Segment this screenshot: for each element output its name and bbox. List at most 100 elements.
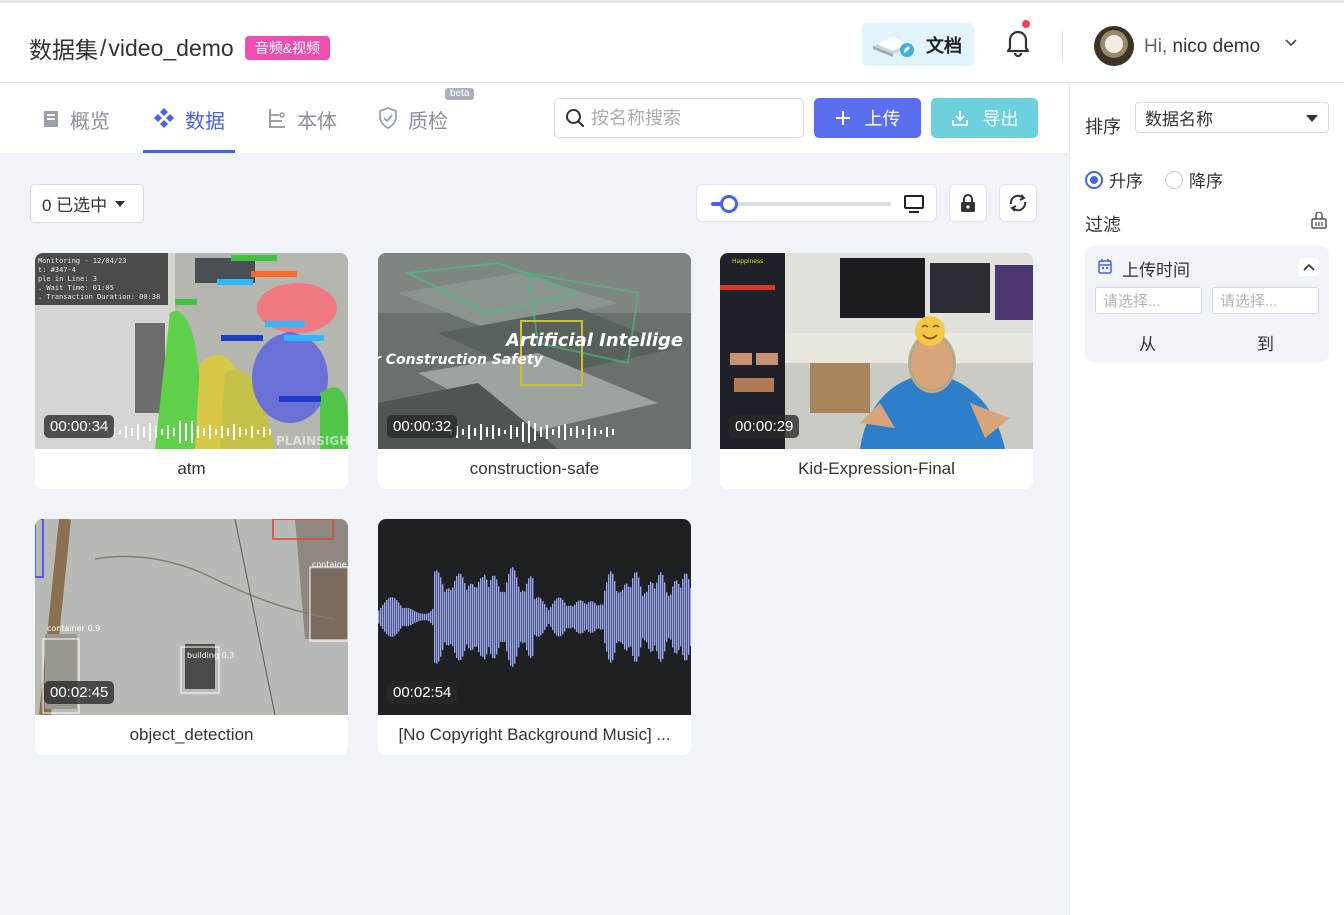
waveform-bar	[398, 602, 400, 632]
chevron-up-icon[interactable]	[1299, 258, 1319, 276]
waveform-bar	[648, 585, 650, 649]
refresh-icon	[1009, 194, 1027, 212]
docs-button[interactable]: 文档	[862, 23, 974, 66]
export-button[interactable]: 导出	[931, 98, 1038, 138]
media-card-kid-expression[interactable]: Happiness 00:00:29 Kid-Expression-Final	[720, 253, 1033, 489]
waveform-bar	[450, 589, 452, 645]
waveform-bar	[488, 586, 490, 648]
waveform-bar	[426, 613, 428, 621]
duration-badge: 00:02:45	[44, 681, 115, 704]
media-card-construction-safe[interactable]: Artificial Intellige r Construction Safe…	[378, 253, 691, 489]
waveform-bar	[546, 607, 548, 627]
search-box[interactable]	[554, 98, 804, 138]
media-card-object-detection[interactable]: container 0.9 building 0.3 containe 00:0…	[35, 519, 348, 755]
tab-data[interactable]: 数据	[143, 105, 235, 153]
video-thumbnail-atm[interactable]: Monitoring - 12/04/23 t: #347-4 ple in L…	[35, 253, 348, 449]
waveform-bar	[434, 571, 436, 663]
tab-quality[interactable]: 质检	[378, 105, 448, 153]
chevron-down-icon[interactable]	[1285, 39, 1297, 47]
date-to-input[interactable]: 请选择...	[1212, 287, 1319, 314]
waveform-bar	[626, 583, 628, 651]
waveform-bar	[690, 588, 691, 646]
monitor-icon[interactable]	[903, 194, 925, 214]
tree-icon	[269, 109, 285, 128]
lock-icon	[961, 194, 975, 212]
selection-dropdown[interactable]: 0 已选中	[30, 184, 144, 223]
waveform-bar	[522, 590, 524, 644]
waveform-bar	[598, 605, 600, 629]
search-input[interactable]	[591, 107, 791, 129]
user-greeting[interactable]: Hi, nico demo	[1144, 36, 1260, 58]
waveform-bar	[384, 602, 386, 632]
breadcrumb-root[interactable]: 数据集	[29, 31, 98, 65]
waveform-bar	[462, 577, 464, 657]
waveform-bar	[416, 612, 418, 622]
docs-label: 文档	[926, 35, 962, 56]
waveform-bar	[602, 604, 604, 630]
waveform-bar	[388, 598, 390, 636]
size-slider-thumb[interactable]	[720, 195, 738, 213]
waveform-bar	[630, 587, 632, 647]
waveform-bar	[494, 575, 496, 659]
media-name: construction-safe	[469, 459, 600, 478]
waveform-bar	[608, 574, 610, 660]
waveform-bar	[472, 584, 474, 650]
lock-button[interactable]	[949, 184, 987, 222]
waveform-bar	[566, 605, 568, 629]
eraser-icon[interactable]	[1310, 212, 1328, 230]
tab-ontology[interactable]: 本体	[267, 105, 337, 153]
waveform-bar	[642, 595, 644, 639]
waveform-bar	[478, 581, 480, 653]
waveform-bar	[612, 573, 614, 661]
video-thumbnail-construction[interactable]: Artificial Intellige r Construction Safe…	[378, 253, 691, 449]
media-name: Kid-Expression-Final	[798, 459, 955, 478]
waveform-bar	[504, 592, 506, 642]
media-card-atm[interactable]: Monitoring - 12/04/23 t: #347-4 ple in L…	[35, 253, 348, 489]
size-slider[interactable]	[711, 195, 891, 213]
date-from-input[interactable]: 请选择...	[1095, 287, 1202, 314]
sort-ascending-radio[interactable]: 升序	[1085, 167, 1143, 192]
waveform-bar	[572, 606, 574, 628]
waveform-bar	[456, 576, 458, 658]
upload-button[interactable]: 上传	[814, 98, 921, 138]
refresh-button[interactable]	[999, 184, 1037, 222]
caret-down-icon	[1306, 115, 1318, 122]
bell-icon[interactable]	[1004, 27, 1032, 57]
notification-dot	[1022, 20, 1030, 28]
sort-select[interactable]: 数据名称	[1135, 102, 1329, 133]
video-thumbnail-kid-expression[interactable]: Happiness 00:00:29	[720, 253, 1033, 449]
media-name: [No Copyright Background Music] ...	[398, 725, 671, 744]
book-icon	[44, 111, 58, 127]
filter-label: 过滤	[1085, 215, 1121, 235]
top-header: 数据集 / video_demo 音频&视频 文档 Hi, nico demo	[0, 0, 1344, 83]
waveform-bar	[406, 607, 408, 627]
waveform-bar	[578, 600, 580, 634]
sort-descending-radio[interactable]: 降序	[1165, 167, 1223, 192]
waveform-bar	[506, 582, 508, 652]
waveform-bar	[466, 589, 468, 645]
radio-circle-checked	[1085, 170, 1103, 189]
waveform-bar	[444, 591, 446, 643]
waveform-bar	[432, 608, 434, 626]
waveform-bar	[394, 598, 396, 636]
atm-osd-line: Monitoring - 12/04/23	[38, 257, 127, 265]
waveform-bar	[508, 574, 510, 660]
waveform-bar	[452, 587, 454, 647]
sort-label: 排序	[1085, 117, 1121, 137]
from-label: 从	[1139, 335, 1156, 354]
waveform-bar	[678, 584, 680, 650]
duration-badge: 00:00:34	[44, 415, 115, 438]
waveform-bar	[580, 600, 582, 634]
media-card-background-music[interactable]: 00:02:54 [No Copyright Background Music]…	[378, 519, 691, 755]
waveform-bar	[518, 586, 520, 648]
waveform-bar	[570, 605, 572, 629]
waveform-bar	[548, 609, 550, 625]
waveform-bar	[498, 586, 500, 648]
username: nico demo	[1172, 36, 1261, 57]
avatar[interactable]	[1094, 26, 1134, 66]
video-thumbnail-object-detection[interactable]: container 0.9 building 0.3 containe 00:0…	[35, 519, 348, 715]
waveform-bar	[542, 600, 544, 634]
tab-overview[interactable]: 概览	[42, 105, 110, 153]
waveform-bar	[382, 605, 384, 629]
audio-thumbnail[interactable]: 00:02:54	[378, 519, 691, 715]
